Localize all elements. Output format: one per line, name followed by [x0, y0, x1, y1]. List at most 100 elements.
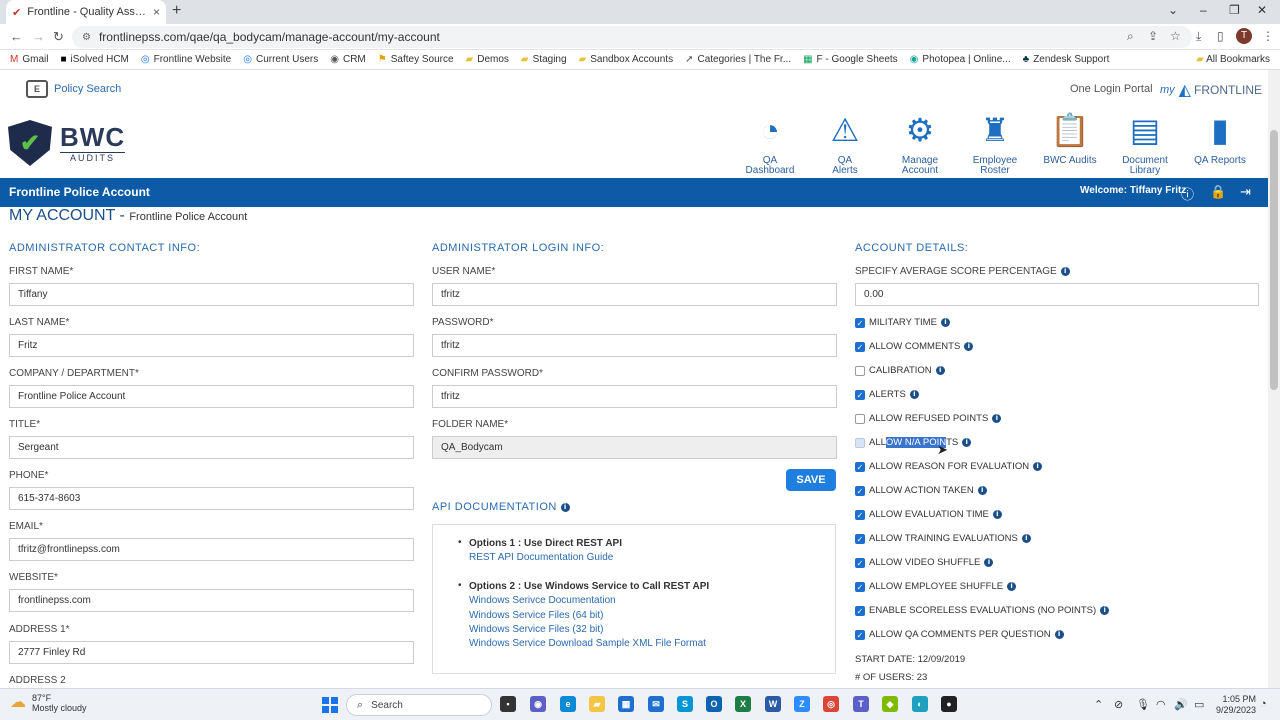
info-icon[interactable]: i: [964, 342, 974, 351]
checkbox[interactable]: [855, 437, 865, 448]
windows-service-doc-link[interactable]: Windows Serivce Documentation: [469, 595, 616, 606]
bookmark-frontline-website[interactable]: ◎ Frontline Website: [141, 54, 231, 65]
zoom-app-icon[interactable]: Z: [794, 696, 810, 712]
microphone-icon[interactable]: 🎙: [1136, 698, 1150, 711]
nav-bwc-audits[interactable]: 📋 BWC Audits: [1032, 110, 1108, 166]
checkbox[interactable]: ✓: [855, 461, 865, 472]
bookmark-demos[interactable]: ▰ Demos: [466, 54, 509, 65]
my-frontline-logo[interactable]: my ◭ FRONTLINE: [1160, 80, 1262, 100]
rest-api-guide-link[interactable]: REST API Documentation Guide: [469, 552, 613, 563]
checkbox[interactable]: ✓: [855, 581, 865, 592]
start-button[interactable]: [322, 697, 338, 713]
notification-icon[interactable]: ◔: [1260, 698, 1267, 710]
close-window-button[interactable]: ✕: [1257, 3, 1267, 17]
checkbox[interactable]: ✓: [855, 605, 865, 616]
option-allow-employee-shuffle[interactable]: ✓ ALLOW EMPLOYEE SHUFFLE i: [855, 581, 1017, 592]
checkbox[interactable]: [855, 413, 865, 424]
bookmark-saftey-source[interactable]: ⚑ Saftey Source: [378, 54, 454, 65]
bookmark-gmail[interactable]: M Gmail: [10, 54, 48, 65]
bookmark-photopea[interactable]: ◉ Photopea | Online...: [910, 54, 1011, 65]
task-view-icon[interactable]: ▪: [500, 696, 516, 712]
first-name-field[interactable]: Tiffany: [9, 283, 414, 306]
nav-document-library[interactable]: ▤ Document Library: [1107, 110, 1183, 176]
word-icon[interactable]: W: [765, 696, 781, 712]
bookmark-zendesk[interactable]: ♣ Zendesk Support: [1023, 54, 1110, 65]
side-panel-icon[interactable]: ▯: [1217, 29, 1224, 43]
info-icon[interactable]: i: [962, 438, 972, 447]
info-icon[interactable]: i: [984, 558, 994, 567]
info-icon[interactable]: i: [1060, 266, 1070, 276]
skype-icon[interactable]: S: [677, 696, 693, 712]
bookmark-categories[interactable]: ➚ Categories | The Fr...: [685, 54, 791, 65]
nav-employee-roster[interactable]: ♜ Employee Roster: [957, 110, 1033, 176]
option-enable-scoreless[interactable]: ✓ ENABLE SCORELESS EVALUATIONS (NO POINTS…: [855, 605, 1110, 616]
one-login-portal-link[interactable]: One Login Portal: [1070, 83, 1153, 95]
tab-search-icon[interactable]: ⌄: [1168, 3, 1178, 17]
avg-score-field[interactable]: 0.00: [855, 283, 1259, 306]
menu-icon[interactable]: ⋮: [1262, 29, 1274, 43]
info-icon[interactable]: i: [560, 502, 570, 512]
option-allow-evaluation-time[interactable]: ✓ ALLOW EVALUATION TIME i: [855, 509, 1002, 520]
policy-search-link[interactable]: E Policy Search: [26, 80, 121, 98]
lock-icon[interactable]: 🔒: [1210, 184, 1226, 200]
nav-manage-account[interactable]: ⚙ Manage Account: [882, 110, 958, 176]
option-alerts[interactable]: ✓ ALERTS i: [855, 389, 919, 400]
recorder-icon[interactable]: ●: [941, 696, 957, 712]
excel-icon[interactable]: X: [735, 696, 751, 712]
bookmark-crm[interactable]: ◉ CRM: [330, 54, 366, 65]
option-allow-comments[interactable]: ✓ ALLOW COMMENTS i: [855, 341, 974, 352]
checkbox[interactable]: ✓: [855, 317, 865, 328]
info-icon[interactable]: i: [992, 414, 1002, 423]
info-icon[interactable]: i: [1054, 630, 1064, 639]
checkbox[interactable]: ✓: [855, 485, 865, 496]
tray-chevron-icon[interactable]: ⌃: [1094, 698, 1103, 711]
option-allow-video-shuffle[interactable]: ✓ ALLOW VIDEO SHUFFLE i: [855, 557, 994, 568]
info-icon[interactable]: i: [1100, 606, 1110, 615]
back-icon[interactable]: ←: [10, 29, 23, 44]
windows-service-32-link[interactable]: Windows Service Files (32 bit): [469, 624, 603, 635]
teams-icon[interactable]: T: [853, 696, 869, 712]
bookmark-star-icon[interactable]: ☆: [1170, 29, 1181, 43]
option-allow-na-points[interactable]: ALL OW N/A POIN TS i: [855, 437, 972, 448]
volume-icon[interactable]: 🔊: [1174, 698, 1188, 711]
new-tab-button[interactable]: +: [172, 2, 181, 20]
last-name-field[interactable]: Fritz: [9, 334, 414, 357]
wifi-icon[interactable]: ◠: [1156, 698, 1166, 711]
clock[interactable]: 1:05 PM 9/29/2023: [1216, 694, 1256, 716]
info-icon[interactable]: ⓘ: [1181, 184, 1194, 203]
tray-app-icon[interactable]: ⊘: [1114, 698, 1123, 711]
company-field[interactable]: Frontline Police Account: [9, 385, 414, 408]
info-icon[interactable]: i: [992, 510, 1002, 519]
website-field[interactable]: frontlinepss.com: [9, 589, 414, 612]
nav-qa-dashboard[interactable]: ◔ QA Dashboard: [732, 110, 808, 176]
password-field[interactable]: tfritz: [432, 334, 837, 357]
all-bookmarks[interactable]: ▰ All Bookmarks: [1196, 54, 1270, 65]
info-icon[interactable]: i: [1007, 582, 1017, 591]
maximize-button[interactable]: ❐: [1229, 3, 1240, 17]
close-tab-icon[interactable]: ×: [153, 5, 160, 19]
profile-avatar[interactable]: T: [1236, 28, 1252, 44]
outlook-icon[interactable]: O: [706, 696, 722, 712]
forward-icon[interactable]: →: [32, 29, 45, 44]
checkbox[interactable]: ✓: [855, 509, 865, 520]
weather-widget[interactable]: ☁ 87°F Mostly cloudy: [10, 693, 87, 713]
info-icon[interactable]: i: [1033, 462, 1043, 471]
info-icon[interactable]: i: [940, 318, 950, 327]
reload-icon[interactable]: ↻: [53, 29, 64, 45]
checkbox[interactable]: [855, 365, 865, 376]
confirm-password-field[interactable]: tfritz: [432, 385, 837, 408]
app-icon[interactable]: ◆: [882, 696, 898, 712]
checkbox[interactable]: ✓: [855, 533, 865, 544]
info-icon[interactable]: i: [909, 390, 919, 399]
option-calibration[interactable]: CALIBRATION i: [855, 365, 945, 376]
nav-qa-alerts[interactable]: ⚠ QA Alerts: [807, 110, 883, 176]
zoom-icon[interactable]: ⌕: [1127, 29, 1134, 44]
windows-service-xml-link[interactable]: Windows Service Download Sample XML File…: [469, 638, 706, 649]
username-field[interactable]: tfritz: [432, 283, 837, 306]
phone-field[interactable]: 615-374-8603: [9, 487, 414, 510]
nav-qa-reports[interactable]: ▮ QA Reports: [1182, 110, 1258, 166]
info-icon[interactable]: i: [977, 486, 987, 495]
store-icon[interactable]: ▦: [618, 696, 634, 712]
page-scrollbar[interactable]: [1268, 70, 1280, 688]
bookmark-staging[interactable]: ▰ Staging: [521, 54, 567, 65]
